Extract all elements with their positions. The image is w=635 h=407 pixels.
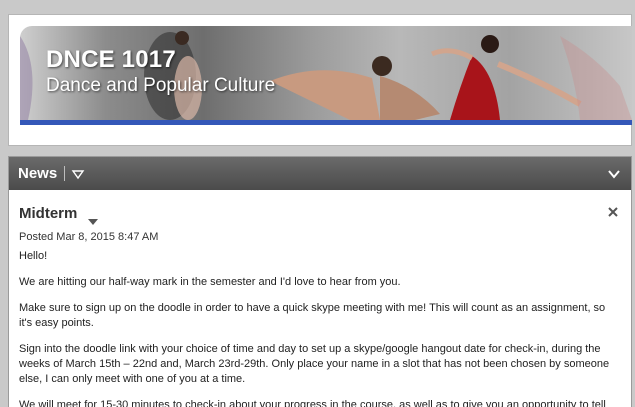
header-divider bbox=[64, 166, 65, 181]
news-item-body: Hello! We are hitting our half-way mark … bbox=[19, 249, 621, 407]
news-header: News bbox=[9, 157, 631, 190]
news-title: News bbox=[18, 165, 58, 182]
collapse-chevron-icon[interactable] bbox=[607, 167, 621, 181]
course-banner-image: DNCE 1017 Dance and Popular Culture bbox=[20, 26, 632, 120]
course-name: Dance and Popular Culture bbox=[46, 75, 276, 96]
body-paragraph: Sign into the doodle link with your choi… bbox=[19, 343, 610, 385]
menu-caret-icon[interactable] bbox=[71, 167, 85, 181]
banner-accent-bar bbox=[20, 120, 632, 125]
body-paragraph: Hello! bbox=[19, 250, 48, 262]
body-paragraph: We will meet for 15-30 minutes to check-… bbox=[19, 399, 606, 407]
close-icon[interactable] bbox=[607, 205, 619, 217]
news-item-posted-date: Posted Mar 8, 2015 8:47 AM bbox=[19, 231, 159, 243]
news-item-title[interactable]: Midterm bbox=[19, 205, 77, 222]
news-widget: News Midterm Posted Mar 8, 2015 8:47 AM … bbox=[8, 156, 632, 407]
item-caret-icon[interactable] bbox=[88, 212, 98, 225]
body-paragraph: We are hitting our half-way mark in the … bbox=[19, 276, 401, 288]
course-code: DNCE 1017 bbox=[46, 46, 176, 73]
course-banner-card: DNCE 1017 Dance and Popular Culture bbox=[8, 14, 632, 146]
body-paragraph: Make sure to sign up on the doodle in or… bbox=[19, 302, 606, 329]
